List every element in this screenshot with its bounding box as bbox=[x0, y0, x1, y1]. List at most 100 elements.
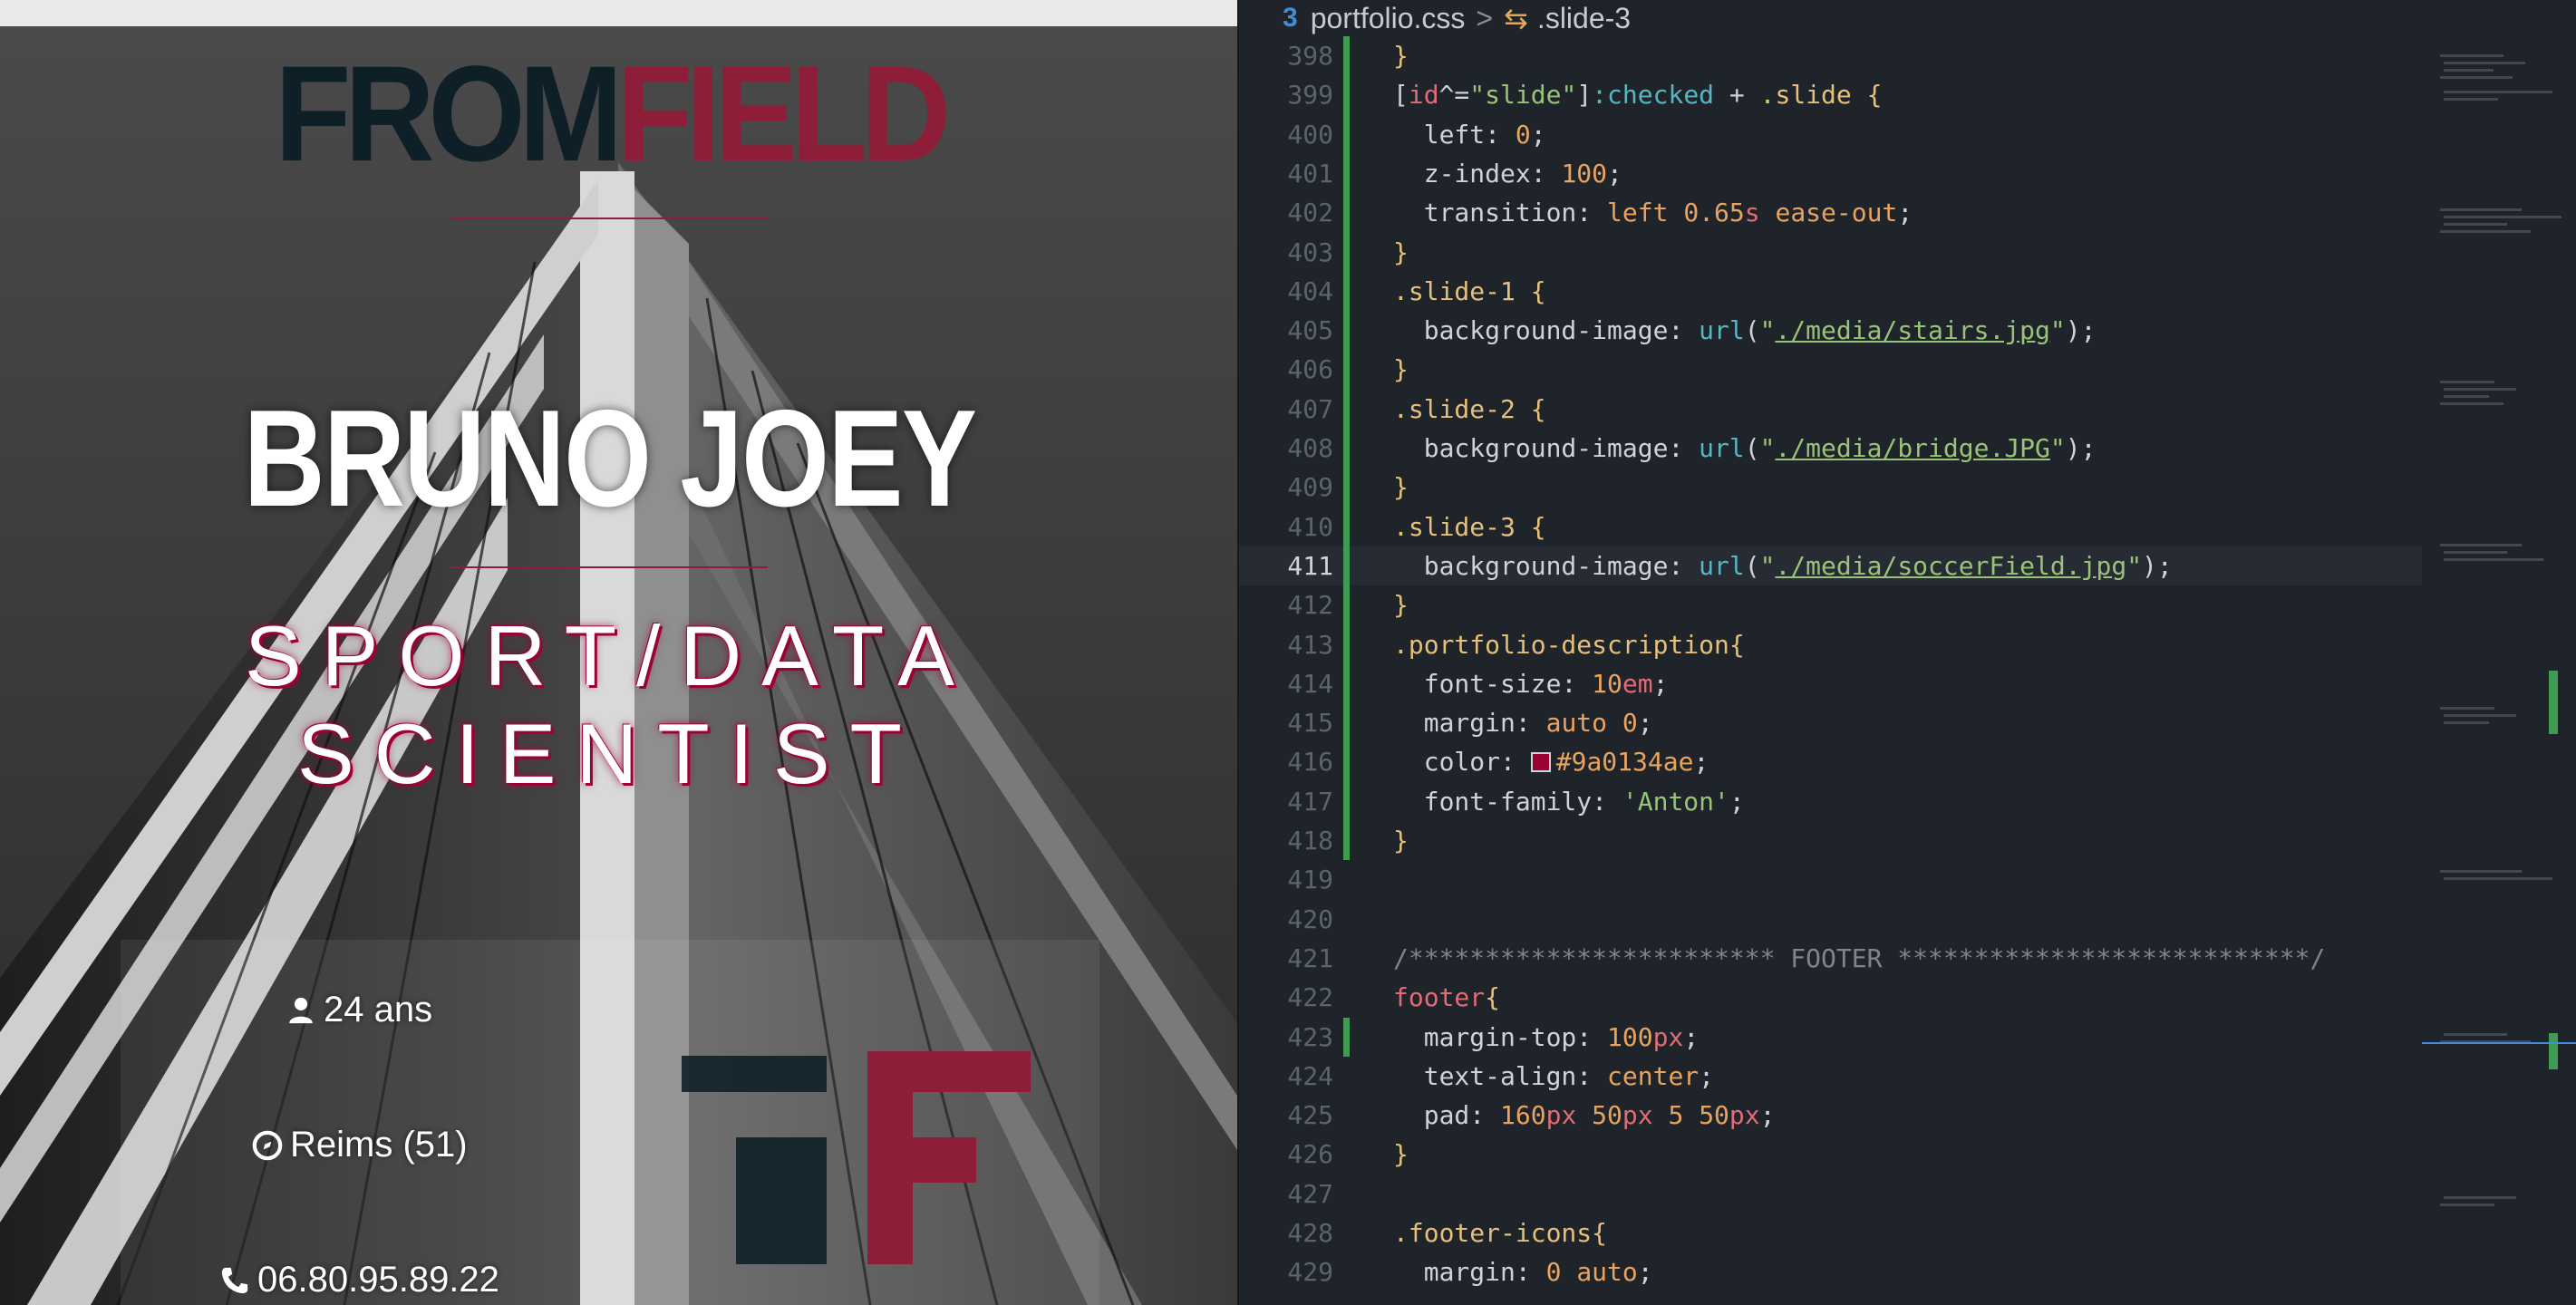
brand-from: FROM bbox=[275, 37, 623, 189]
info-city: Reims (51) bbox=[252, 1125, 468, 1165]
code-line[interactable]: 427 bbox=[1239, 1174, 2422, 1213]
line-number: 402 bbox=[1287, 198, 1333, 228]
line-number: 401 bbox=[1287, 158, 1333, 188]
line-number: 398 bbox=[1287, 41, 1333, 71]
code-line[interactable]: 410 .slide-3 { bbox=[1239, 508, 2422, 546]
line-number: 403 bbox=[1287, 237, 1333, 267]
code-text: .slide-2 { bbox=[1393, 393, 1546, 424]
line-number: 413 bbox=[1287, 629, 1333, 660]
line-number: 406 bbox=[1287, 354, 1333, 385]
code-text: .footer-icons{ bbox=[1393, 1218, 1608, 1248]
code-line[interactable]: 426} bbox=[1239, 1135, 2422, 1174]
code-line[interactable]: 414 font-size: 10em; bbox=[1239, 664, 2422, 703]
code-text: margin: 0 auto; bbox=[1423, 1257, 1653, 1288]
code-line[interactable]: 399 [id^="slide"]:checked + .slide { bbox=[1239, 75, 2422, 114]
code-line[interactable]: 411 background-image: url("./media/socce… bbox=[1239, 546, 2422, 586]
code-area[interactable]: 398} 399 [id^="slide"]:checked + .slide { 4… bbox=[1239, 36, 2422, 1305]
code-line[interactable]: 416 color: #9a0134ae; bbox=[1239, 742, 2422, 781]
code-text: /************************ FOOTER *******… bbox=[1393, 942, 2326, 973]
code-line[interactable]: 401 z-index: 100; bbox=[1239, 154, 2422, 193]
code-line[interactable]: 415 margin: auto 0; bbox=[1239, 703, 2422, 742]
info-city-text: Reims (51) bbox=[290, 1125, 468, 1165]
code-line[interactable]: 424 text-align: center; bbox=[1239, 1057, 2422, 1096]
breadcrumb-symbol[interactable]: .slide-3 bbox=[1537, 2, 1631, 35]
code-line[interactable]: 400 left: 0; bbox=[1239, 115, 2422, 154]
divider-top bbox=[450, 218, 768, 219]
code-text: font-family: 'Anton'; bbox=[1423, 786, 1745, 817]
code-text: text-align: center; bbox=[1423, 1060, 1715, 1091]
code-line[interactable]: 413 .portfolio-description{ bbox=[1239, 625, 2422, 664]
git-change-marker[interactable] bbox=[1343, 36, 1350, 861]
code-line[interactable]: 402 transition: left 0.65s ease-out; bbox=[1239, 193, 2422, 232]
line-number: 429 bbox=[1287, 1257, 1333, 1288]
code-text: background-image: url("./media/soccerFie… bbox=[1423, 550, 2173, 581]
code-line[interactable]: 408 background-image: url("./media/bridg… bbox=[1239, 429, 2422, 468]
code-line[interactable]: 409} bbox=[1239, 468, 2422, 507]
code-text: [id^="slide"]:checked + .slide { bbox=[1393, 80, 1883, 111]
line-number: 410 bbox=[1287, 511, 1333, 542]
code-line[interactable]: 423 margin-top: 100px; bbox=[1239, 1018, 2422, 1057]
code-text: } bbox=[1393, 826, 1409, 856]
line-number: 428 bbox=[1287, 1218, 1333, 1248]
hero-title-line-2: SCIENTIST bbox=[297, 706, 922, 802]
brand-logo-text: FROMFIELD bbox=[49, 45, 1170, 181]
line-number: 418 bbox=[1287, 826, 1333, 856]
code-text: color: #9a0134ae; bbox=[1423, 747, 1709, 778]
line-number: 409 bbox=[1287, 472, 1333, 503]
code-line[interactable]: 419 bbox=[1239, 860, 2422, 899]
code-line[interactable]: 421 /************************ FOOTER ****… bbox=[1239, 939, 2422, 978]
info-age: 24 ans bbox=[286, 990, 432, 1030]
code-text: } bbox=[1393, 590, 1409, 621]
code-line[interactable]: 422 footer{ bbox=[1239, 978, 2422, 1017]
code-text: margin-top: 100px; bbox=[1423, 1021, 1700, 1052]
code-text: .slide-1 { bbox=[1393, 276, 1546, 306]
code-line[interactable]: 407 .slide-2 { bbox=[1239, 390, 2422, 429]
code-line[interactable]: 425 pad: 160px 50px 5 50px; bbox=[1239, 1096, 2422, 1135]
code-line[interactable]: 412} bbox=[1239, 585, 2422, 624]
tf-logo bbox=[682, 1051, 1031, 1264]
line-number: 422 bbox=[1287, 982, 1333, 1013]
hero-title: SPORT/DATA SCIENTIST bbox=[0, 607, 1219, 803]
line-number: 420 bbox=[1287, 904, 1333, 934]
line-number: 427 bbox=[1287, 1178, 1333, 1209]
code-text: } bbox=[1393, 41, 1409, 71]
code-text: transition: left 0.65s ease-out; bbox=[1423, 198, 1913, 228]
line-number: 417 bbox=[1287, 786, 1333, 817]
line-number: 407 bbox=[1287, 393, 1333, 424]
line-number: 414 bbox=[1287, 668, 1333, 699]
code-line[interactable]: 417 font-family: 'Anton'; bbox=[1239, 782, 2422, 821]
code-line[interactable]: 403} bbox=[1239, 233, 2422, 272]
code-line[interactable]: 398} bbox=[1239, 36, 2422, 75]
breadcrumb-file[interactable]: portfolio.css bbox=[1311, 2, 1466, 35]
line-number: 408 bbox=[1287, 433, 1333, 463]
minimap[interactable] bbox=[2422, 36, 2576, 1305]
css-file-icon: 3 bbox=[1283, 3, 1298, 33]
git-change-marker[interactable] bbox=[1343, 1017, 1350, 1057]
hero-name: BRUNO JOEY bbox=[243, 382, 977, 536]
code-line[interactable]: 429 margin: 0 auto; bbox=[1239, 1252, 2422, 1291]
code-text: background-image: url("./media/bridge.JP… bbox=[1423, 433, 2097, 463]
line-number: 399 bbox=[1287, 80, 1333, 111]
code-text: .slide-3 { bbox=[1393, 511, 1546, 542]
code-text: z-index: 100; bbox=[1423, 158, 1622, 188]
code-line[interactable]: 406} bbox=[1239, 350, 2422, 389]
info-phone-text: 06.80.95.89.22 bbox=[257, 1260, 499, 1300]
color-swatch[interactable] bbox=[1530, 752, 1551, 773]
compass-icon bbox=[252, 1130, 283, 1160]
code-text: pad: 160px 50px 5 50px; bbox=[1423, 1100, 1776, 1131]
code-text: } bbox=[1393, 354, 1409, 385]
symbol-class-icon: ⇆ bbox=[1504, 2, 1528, 34]
code-line[interactable]: 420 bbox=[1239, 900, 2422, 939]
line-number: 426 bbox=[1287, 1139, 1333, 1170]
chevron-right-icon: > bbox=[1476, 1, 1494, 34]
code-line[interactable]: 428 .footer-icons{ bbox=[1239, 1213, 2422, 1252]
line-number: 404 bbox=[1287, 276, 1333, 306]
hero-title-line-1: SPORT/DATA bbox=[245, 608, 974, 703]
code-line[interactable]: 405 background-image: url("./media/stair… bbox=[1239, 311, 2422, 350]
line-number: 416 bbox=[1287, 747, 1333, 778]
code-line[interactable]: 404 .slide-1 { bbox=[1239, 272, 2422, 311]
line-number: 405 bbox=[1287, 315, 1333, 346]
code-line[interactable]: 418} bbox=[1239, 821, 2422, 860]
breadcrumb: 3 portfolio.css > ⇆ .slide-3 bbox=[1239, 0, 2576, 36]
code-text: font-size: 10em; bbox=[1423, 668, 1669, 699]
